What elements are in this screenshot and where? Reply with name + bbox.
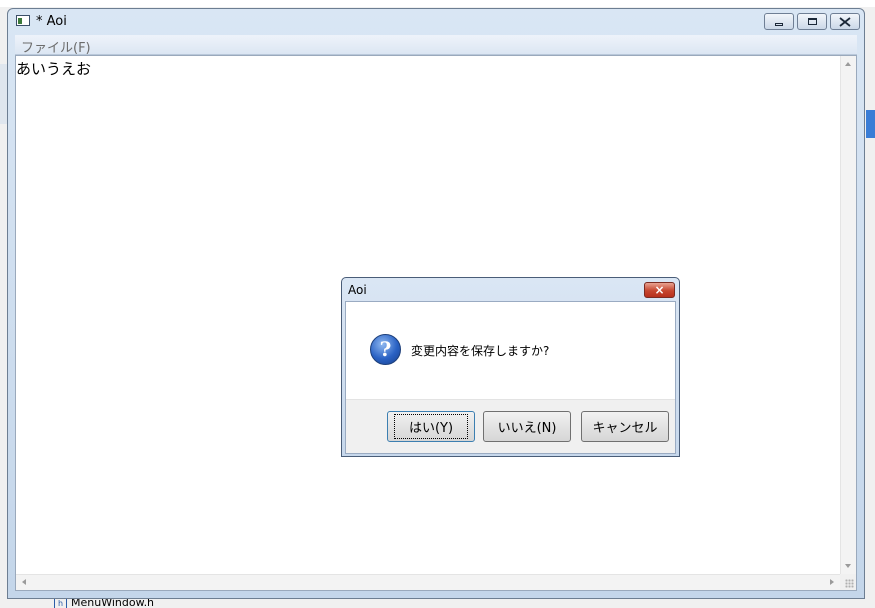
header-file-icon: h bbox=[54, 598, 67, 608]
document-text[interactable]: あいうえお bbox=[16, 58, 91, 79]
dialog-close-button[interactable]: × bbox=[644, 282, 675, 298]
scroll-up-arrow-icon[interactable] bbox=[845, 62, 851, 66]
scroll-left-arrow-icon[interactable] bbox=[22, 579, 26, 585]
cancel-button-label: キャンセル bbox=[592, 421, 658, 436]
yes-button[interactable]: はい(Y) bbox=[387, 411, 475, 442]
dialog-message: 変更内容を保存しますか? bbox=[411, 344, 550, 358]
dialog-title: Aoi bbox=[348, 283, 367, 297]
menu-file[interactable]: ファイル(F) bbox=[21, 37, 91, 56]
dialog-button-bar: はい(Y) いいえ(N) キャンセル bbox=[346, 399, 675, 453]
close-icon bbox=[839, 16, 851, 27]
menu-bar: ファイル(F) bbox=[15, 35, 857, 56]
minimize-button[interactable] bbox=[764, 13, 794, 30]
no-button[interactable]: いいえ(N) bbox=[483, 411, 571, 442]
maximize-button[interactable] bbox=[797, 13, 827, 30]
resize-grip-icon bbox=[845, 579, 854, 588]
cancel-button[interactable]: キャンセル bbox=[581, 411, 669, 442]
dialog-body: ? 変更内容を保存しますか? はい(Y) いいえ(N) キャンセル bbox=[345, 301, 676, 454]
app-window-icon[interactable] bbox=[16, 15, 30, 26]
close-icon: × bbox=[654, 283, 665, 297]
yes-button-label: はい(Y) bbox=[393, 414, 469, 439]
horizontal-scrollbar[interactable] bbox=[16, 574, 840, 590]
question-icon: ? bbox=[370, 334, 401, 365]
scroll-down-arrow-icon[interactable] bbox=[845, 564, 851, 568]
background-panel-right bbox=[866, 110, 875, 138]
save-confirm-dialog: Aoi × ? 変更内容を保存しますか? はい(Y) いいえ(N) キャンセル bbox=[341, 277, 680, 457]
window-title: * Aoi bbox=[36, 14, 67, 29]
size-grip[interactable] bbox=[840, 574, 856, 590]
dialog-message-area: ? 変更内容を保存しますか? bbox=[346, 302, 675, 399]
window-titlebar[interactable]: * Aoi bbox=[8, 9, 864, 35]
maximize-icon bbox=[807, 18, 817, 25]
scroll-right-arrow-icon[interactable] bbox=[830, 579, 834, 585]
close-button[interactable] bbox=[830, 13, 860, 30]
vertical-scrollbar[interactable] bbox=[840, 56, 856, 574]
background-app-menubar bbox=[0, 0, 875, 7]
minimize-icon bbox=[775, 23, 783, 26]
no-button-label: いいえ(N) bbox=[497, 421, 557, 436]
